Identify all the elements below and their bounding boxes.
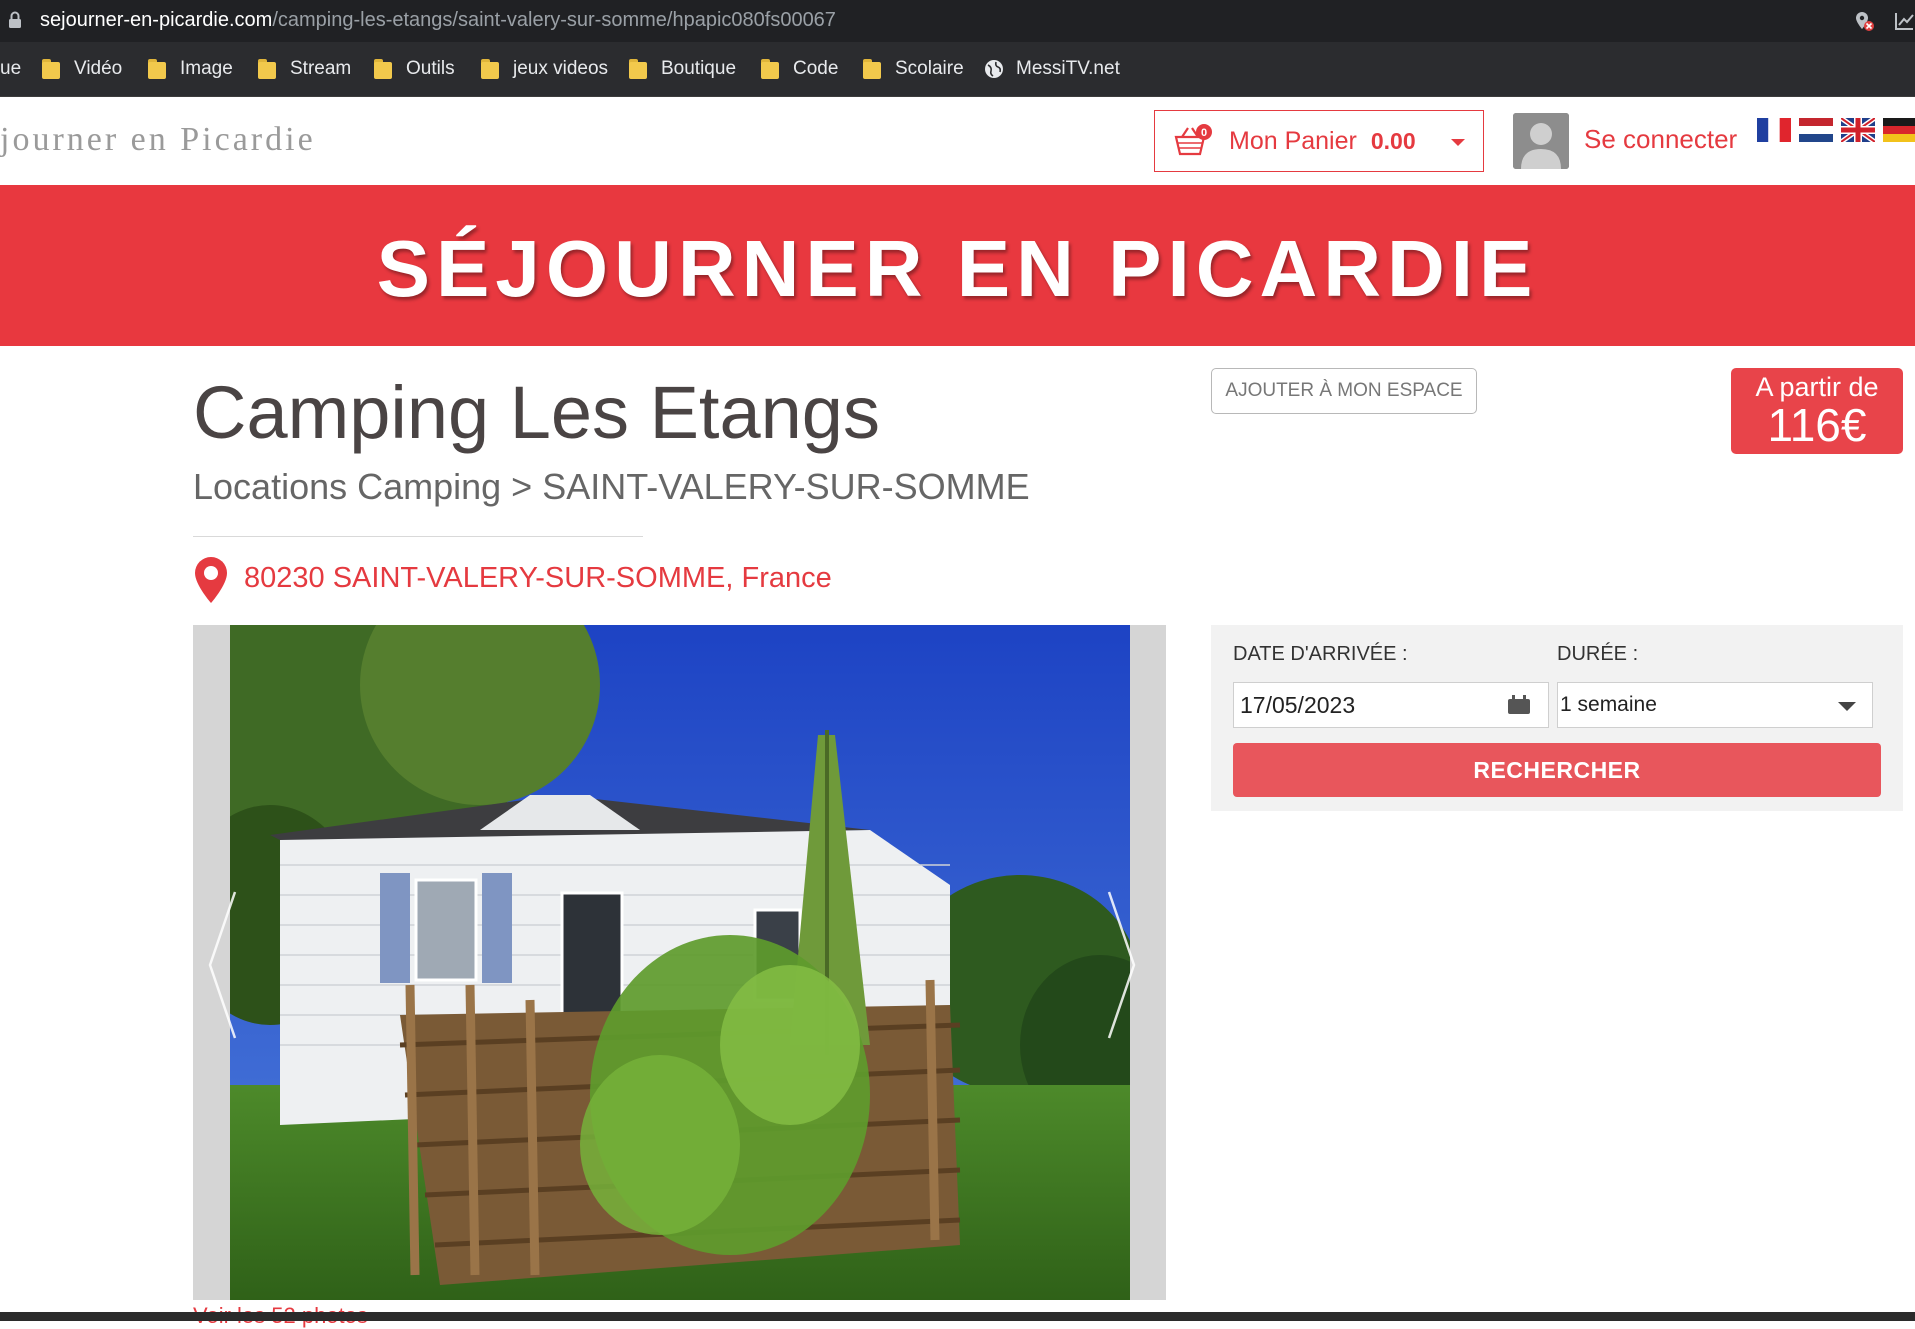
add-to-space-button[interactable]: AJOUTER À MON ESPACE [1211,368,1477,414]
user-icon [1513,113,1569,169]
bookmark-label: ue [0,58,22,79]
availability-search-panel: DATE D'ARRIVÉE : DURÉE : 1 semaine RECHE… [1211,625,1903,811]
folder-icon [148,59,166,79]
taskbar-strip [0,1312,1915,1321]
site-header: journer en Picardie 0 Mon Panier 0.00 Se… [0,97,1915,185]
bookmark-label: jeux videos [513,58,609,79]
chevron-down-icon [1838,702,1856,711]
bookmark-folder-video[interactable]: Vidéo [42,56,122,82]
bookmark-label: Scolaire [895,58,964,79]
bookmark-folder-image[interactable]: Image [148,56,233,82]
site-logo[interactable]: journer en Picardie [0,121,316,159]
price-badge: A partir de 116€ [1731,368,1903,454]
bookmark-label: Code [793,58,839,79]
url-path: /camping-les-etangs/saint-valery-sur-som… [272,9,836,31]
de-flag-icon[interactable] [1883,118,1915,142]
bookmark-label: Outils [406,58,455,79]
folder-icon [629,59,647,79]
chart-icon[interactable] [1893,10,1915,32]
nl-flag-icon[interactable] [1799,118,1833,142]
cart-label: Mon Panier [1229,126,1357,155]
cart-count: 0 [1201,127,1207,139]
bookmark-folder-code[interactable]: Code [761,56,838,82]
address-link[interactable]: 80230 SAINT-VALERY-SUR-SOMME, France [244,562,832,595]
search-button[interactable]: RECHERCHER [1233,743,1881,797]
url-domain: sejourner-en-picardie.com [40,9,273,31]
bookmark-folder-jeux-videos[interactable]: jeux videos [481,56,608,82]
folder-icon [761,59,779,79]
page-title: Camping Les Etangs [193,371,880,454]
location-blocked-icon[interactable] [1853,10,1875,32]
folder-icon [481,59,499,79]
browser-url-bar[interactable]: sejourner-en-picardie.com/camping-les-et… [0,0,1915,42]
calendar-icon[interactable] [1507,695,1531,715]
bookmark-label: Boutique [661,58,737,79]
arrival-date-label: DATE D'ARRIVÉE : [1233,643,1408,665]
bookmark-folder-stream[interactable]: Stream [258,56,351,82]
mobile-home-photo[interactable] [230,625,1130,1300]
map-pin-icon [195,557,227,603]
bookmark-label: Image [180,58,233,79]
chevron-right-icon[interactable] [1105,890,1137,1040]
chevron-left-icon[interactable] [207,890,239,1040]
duration-selected-value: 1 semaine [1560,693,1657,716]
duration-label: DURÉE : [1557,643,1639,665]
bookmark-folder-boutique[interactable]: Boutique [629,56,736,82]
uk-flag-icon[interactable] [1841,118,1875,142]
bookmark-item[interactable]: ue [0,56,21,82]
folder-icon [258,59,276,79]
folder-icon [42,59,60,79]
lock-icon [9,11,21,28]
cart-amount: 0.00 [1370,127,1416,154]
divider [193,536,643,537]
arrival-date-field[interactable] [1233,682,1549,728]
bookmark-folder-scolaire[interactable]: Scolaire [863,56,964,82]
breadcrumb[interactable]: Locations Camping > SAINT-VALERY-SUR-SOM… [193,466,1030,508]
bookmark-messitv[interactable]: MessiTV.net [984,56,1120,82]
bookmarks-bar: ue Vidéo Image Stream Outils jeux videos… [0,42,1915,97]
cart-button[interactable]: 0 Mon Panier 0.00 [1154,110,1484,172]
bookmark-folder-outils[interactable]: Outils [374,56,455,82]
folder-icon [374,59,392,79]
fr-flag-icon[interactable] [1757,118,1791,142]
banner-title: SÉJOURNER EN PICARDIE [376,224,1539,313]
chevron-down-icon[interactable] [1451,139,1465,146]
photo-gallery[interactable] [193,625,1166,1300]
globe-icon [985,60,1003,78]
hero-banner: SÉJOURNER EN PICARDIE [0,185,1915,346]
folder-icon [863,59,881,79]
avatar[interactable] [1513,113,1569,169]
price-value: 116€ [1767,399,1867,451]
bookmark-label: MessiTV.net [1016,58,1120,79]
bookmark-label: Stream [290,58,352,79]
login-link[interactable]: Se connecter [1584,124,1737,155]
basket-icon: 0 [1174,124,1212,156]
duration-select[interactable]: 1 semaine [1557,682,1873,728]
url-text[interactable]: sejourner-en-picardie.com/camping-les-et… [40,9,836,32]
bookmark-label: Vidéo [74,58,123,79]
